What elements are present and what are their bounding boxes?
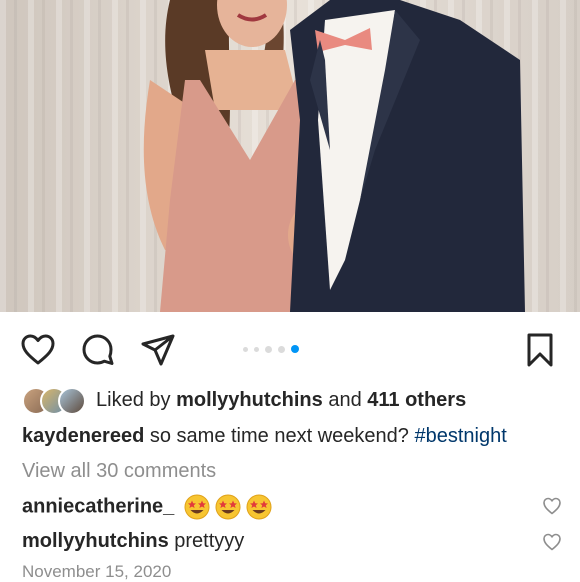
carousel-dot-active	[291, 345, 299, 353]
share-icon[interactable]	[140, 332, 176, 368]
comment-like-icon[interactable]	[542, 532, 562, 552]
comment-item: anniecatherine_	[22, 494, 562, 520]
liker-username[interactable]: mollyyhutchins	[176, 389, 323, 411]
comment-username[interactable]: anniecatherine_	[22, 495, 174, 517]
caption-username[interactable]: kaydenereed	[22, 425, 144, 447]
post-date: November 15, 2020	[22, 562, 172, 581]
likes-prefix: Liked by	[96, 388, 171, 411]
star-struck-emoji	[246, 494, 272, 520]
comment-like-icon[interactable]	[542, 496, 562, 516]
carousel-dot	[265, 345, 272, 353]
heart-icon[interactable]	[20, 332, 56, 368]
likes-count[interactable]: 411 others	[367, 389, 466, 411]
star-struck-emoji	[184, 494, 210, 520]
avatar	[58, 387, 86, 415]
comment-username[interactable]: mollyyhutchins	[22, 530, 169, 552]
comment-icon[interactable]	[80, 332, 116, 368]
comment-text: prettyyy	[174, 530, 245, 552]
carousel-dot	[278, 345, 285, 353]
likes-connector: and	[328, 388, 362, 411]
comment-emojis	[184, 494, 272, 520]
carousel-dot	[254, 346, 259, 352]
liker-avatars	[22, 386, 90, 415]
view-all-comments-link[interactable]: View all 30 comments	[22, 460, 216, 483]
caption-hashtag[interactable]: #bestnight	[414, 425, 506, 447]
star-struck-emoji	[215, 494, 241, 520]
comment-item: mollyyhutchins prettyyy	[22, 530, 562, 553]
carousel-indicator	[243, 345, 299, 353]
caption-text: so same time next weekend?	[149, 425, 409, 447]
bookmark-icon[interactable]	[522, 332, 558, 368]
carousel-dot	[243, 346, 248, 352]
post-photo[interactable]	[0, 0, 580, 312]
likes-text: Liked by mollyyhutchins and 411 others	[96, 389, 466, 412]
post-caption: kaydenereed so same time next weekend? #…	[22, 425, 507, 448]
likes-row[interactable]: Liked by mollyyhutchins and 411 others	[22, 384, 466, 416]
